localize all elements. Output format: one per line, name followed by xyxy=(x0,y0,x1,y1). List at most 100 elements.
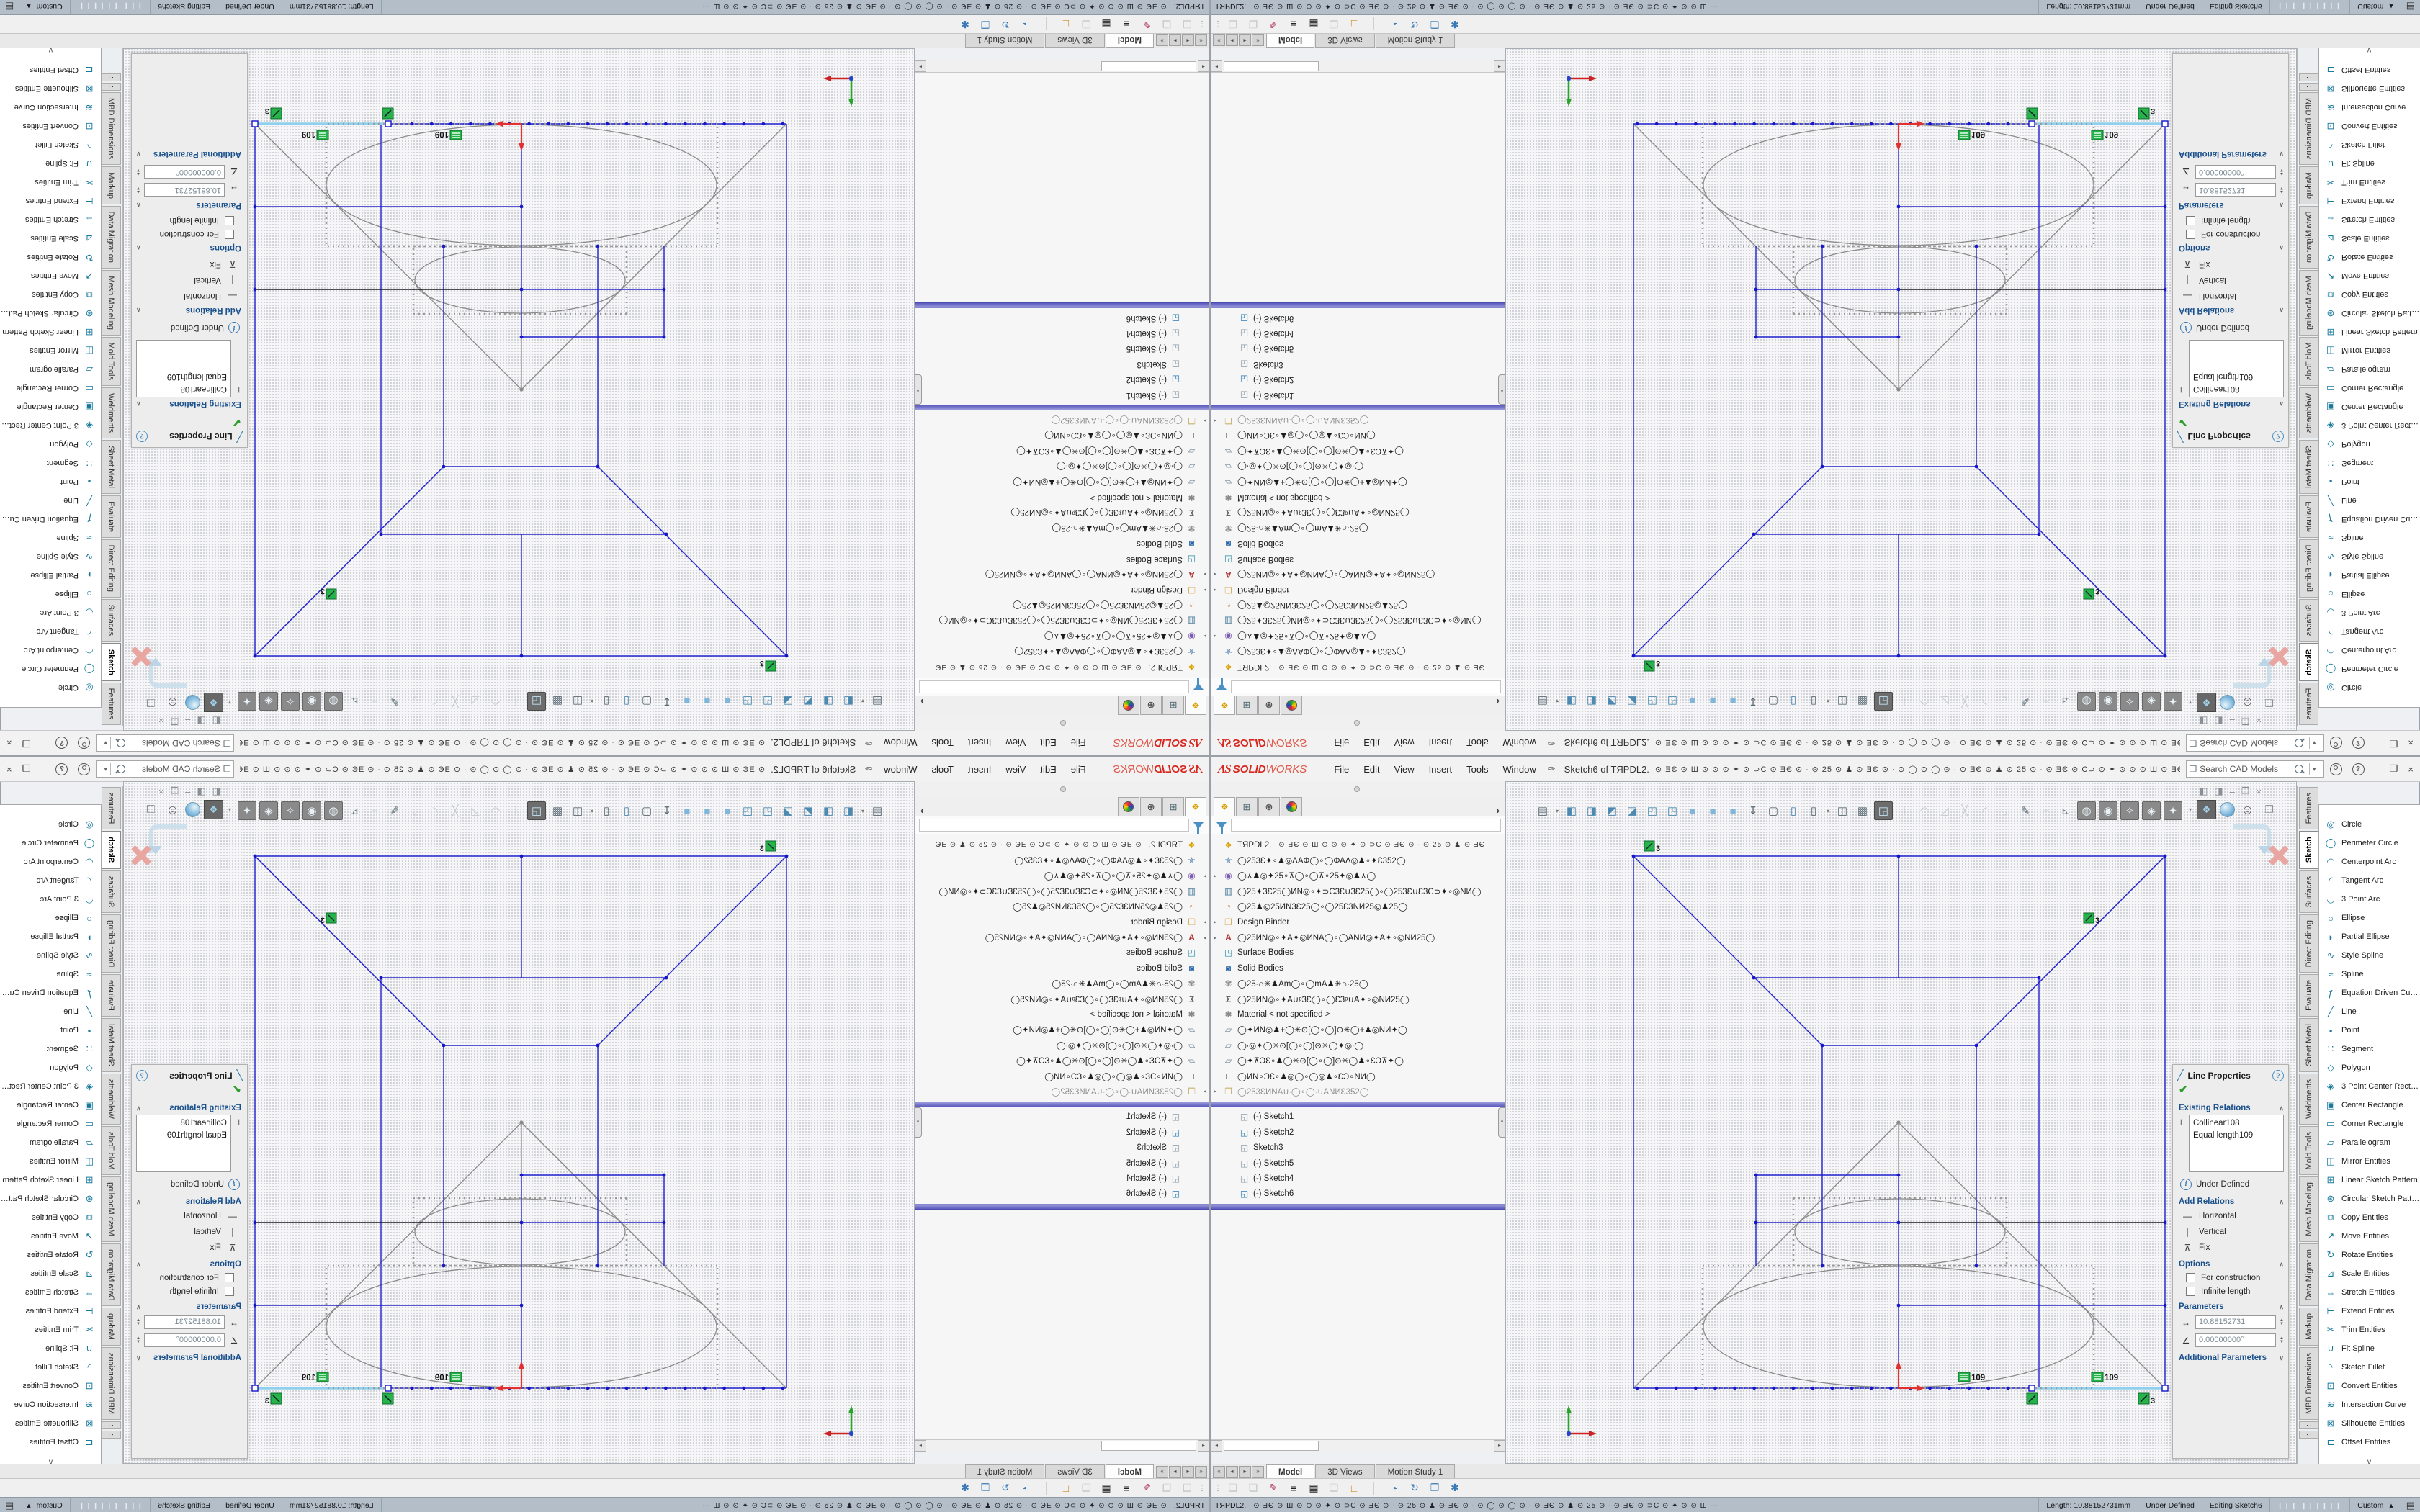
tree-item[interactable] xyxy=(1211,302,1505,308)
checkbox[interactable] xyxy=(2186,230,2195,239)
menu-item[interactable]: Tools xyxy=(1459,735,1495,752)
tree-item[interactable]: ◱ (-) Sketch1 xyxy=(915,1110,1209,1125)
view-toolbar-icon[interactable]: ◰ xyxy=(759,693,776,710)
view-toolbar-icon[interactable]: ◈ xyxy=(259,692,278,711)
sketch-tool-item[interactable]: ▭ Corner Rectangle xyxy=(2319,1115,2420,1133)
sketch-tool-item[interactable]: ◎ Circle xyxy=(2319,678,2420,697)
sketch-tool-item[interactable]: ↗ Move Entities xyxy=(0,1227,101,1246)
commandmanager-collapse-strip[interactable] xyxy=(914,781,1209,796)
tree-item[interactable]: ▸ A ◯25ИN◎∘✦Α✦◎ИNΑ◯∘◯ΑNИ◎✦Α✦∘◎NИ25◯ xyxy=(915,567,1209,582)
expand-arrow-icon[interactable]: ▸ xyxy=(1214,935,1222,941)
sketch-tool-item[interactable]: ⊞ Linear Sketch Pattern xyxy=(2319,1171,2420,1189)
view-toolbar-icon[interactable]: ■ xyxy=(1724,802,1742,819)
view-toolbar-icon[interactable]: ◉ xyxy=(302,801,321,820)
document-tab[interactable]: Model xyxy=(1266,1464,1314,1479)
commandmanager-tab[interactable]: : xyxy=(102,1421,121,1429)
add-relation-button[interactable]: ⊼ Fix xyxy=(2173,256,2288,272)
view-toolbar-icon[interactable]: ◫ xyxy=(569,693,586,710)
spinner-icons[interactable]: ▲▼ xyxy=(136,186,140,194)
tree-item[interactable]: ◱ (-) Sketch5 xyxy=(915,1156,1209,1171)
sketch-tool-item[interactable]: ⊡ Convert Entities xyxy=(2319,117,2420,135)
help-icon[interactable]: ? xyxy=(2352,763,2365,775)
menu-item[interactable]: View xyxy=(1387,735,1422,752)
tree-item[interactable]: ❖ TЯPDL2. ⊙ ƎЄ ⊙ Ш ⊙ ⊙ ⊙ ✦ ⊙ ⊃C ⊙ ƎЄ ⊙ ∙… xyxy=(1211,837,1505,852)
collapse-caret-icon[interactable]: ∧ xyxy=(136,1303,141,1311)
add-relation-button[interactable]: ⊼ Fix xyxy=(2173,1240,2288,1256)
document-tab[interactable]: 3D Views xyxy=(1045,1464,1104,1479)
document-window-icon[interactable]: ❐ xyxy=(2241,786,2250,797)
view-toolbar-icon[interactable]: ▯ xyxy=(1805,693,1822,710)
commandmanager-tab[interactable]: Weldments xyxy=(102,387,121,438)
sketch-tool-item[interactable]: ⊢ Extend Entities xyxy=(0,192,101,210)
view-toolbar-icon[interactable]: ⊥ xyxy=(1896,802,1913,819)
help-icon[interactable]: ? xyxy=(55,763,68,775)
spinner-icons[interactable]: ▲▼ xyxy=(2280,1319,2284,1326)
tree-item[interactable]: ❖ TЯPDL2. ⊙ ƎЄ ⊙ Ш ⊙ ⊙ ⊙ ✦ ⊙ ⊃C ⊙ ƎЄ ⊙ ∙… xyxy=(915,837,1209,852)
sketch-tool-item[interactable]: ⧉ Copy Entities xyxy=(0,1208,101,1227)
tab-featuremanager-tree[interactable]: ❖ xyxy=(1214,696,1235,715)
motion-toolbar-icon[interactable]: ✎ xyxy=(1139,17,1155,32)
view-toolbar-icon[interactable]: ◨ xyxy=(1583,693,1600,710)
commandmanager-tab[interactable]: Sheet Metal xyxy=(2299,1018,2318,1072)
panel-expand-arrow[interactable]: › xyxy=(920,696,923,707)
tree-item[interactable]: ◱ (-) Sketch6 xyxy=(1211,310,1505,325)
units-dropdown[interactable]: Custom ▴ xyxy=(2349,0,2400,14)
user-account-icon[interactable] xyxy=(2330,737,2342,750)
spinner-icons[interactable]: ▲▼ xyxy=(136,1337,140,1344)
sketch-tool-item[interactable]: ◗ Partial Ellipse xyxy=(2319,927,2420,946)
scrollbar-thumb[interactable] xyxy=(1224,61,1319,71)
add-relation-button[interactable]: ❘ Vertical xyxy=(132,272,247,288)
sketch-tool-item[interactable]: ◠ Centerpoint Arc xyxy=(2319,852,2420,871)
view-toolbar-icon[interactable]: ⊥ xyxy=(1896,693,1913,710)
view-toolbar-icon[interactable]: ■ xyxy=(1684,693,1701,710)
sketch-tool-item[interactable]: ∷ Segment xyxy=(0,1040,101,1058)
search-input[interactable]: ❒ Search CAD Models ▾ xyxy=(2186,760,2324,778)
add-relation-button[interactable]: ⊼ Fix xyxy=(132,256,247,272)
motion-toolbar-icon[interactable]: ◔ xyxy=(1018,17,1034,32)
sketch-tool-item[interactable]: ◡ 3 Point Arc xyxy=(0,603,101,622)
sketch-tool-item[interactable]: ⧉ Copy Entities xyxy=(2319,1208,2420,1227)
commandmanager-tab[interactable]: Weldments xyxy=(102,1074,121,1125)
view-toolbar-icon[interactable]: ⌐ xyxy=(2037,802,2054,819)
view-toolbar-icon[interactable]: ▾ xyxy=(589,802,595,819)
ok-check-icon[interactable]: ✔ xyxy=(132,1083,247,1099)
view-toolbar-icon[interactable]: ▩ xyxy=(549,802,566,819)
view-toolbar-icon[interactable]: ╳ xyxy=(447,693,464,710)
tree-item[interactable]: ▸ ❐ Design Binder xyxy=(915,582,1209,598)
sketch-tool-item[interactable]: ◜ Tangent Arc xyxy=(2319,871,2420,890)
collapse-caret-icon[interactable]: ∨ xyxy=(2279,1354,2284,1362)
view-toolbar-icon[interactable]: ◧ xyxy=(840,802,857,819)
tree-horizontal-scrollbar[interactable]: ◂ ▸ xyxy=(915,60,1209,73)
view-toolbar-icon[interactable]: ✎ xyxy=(386,802,403,819)
sketch-tool-item[interactable]: ◈ 3 Point Center Recta... xyxy=(0,416,101,435)
tree-item[interactable]: ∟ ◯ИN∘ƆƐ∘♟◎◯∘◯◎♟∘ƐƆ∘NИ◯ xyxy=(1211,1068,1505,1084)
sketch-tool-item[interactable]: ▱ Parallelogram xyxy=(0,1133,101,1152)
sketch-tool-item[interactable]: ⊠ Silhouette Entities xyxy=(0,1414,101,1433)
motion-toolbar-icon[interactable]: ≡ xyxy=(1286,17,1301,32)
tree-item[interactable]: ▸ ◉ ◯⋏♟◎✦25∘⊼◯∘◯⊼∘25✦◎♟⋏◯ xyxy=(1211,868,1505,883)
tab-nav-button[interactable]: « xyxy=(1213,1466,1225,1478)
commandmanager-tab[interactable]: Sketch xyxy=(2299,831,2318,868)
commandmanager-tab[interactable]: Data Migration xyxy=(102,206,121,269)
view-toolbar-icon[interactable]: ◧ xyxy=(1563,802,1580,819)
motion-toolbar-icon[interactable]: ≡ xyxy=(1286,1480,1301,1496)
sketch-tool-item[interactable]: ∿ Style Spline xyxy=(2319,547,2420,566)
document-window-icon[interactable]: × xyxy=(158,786,164,797)
menu-item[interactable]: View xyxy=(998,735,1033,752)
sketch-tool-item[interactable]: ⊏ Offset Entities xyxy=(0,60,101,79)
minimize-button[interactable]: – xyxy=(40,738,45,749)
document-window-icon[interactable]: × xyxy=(158,716,164,726)
tree-item[interactable]: ▥ ◯25✦3Ɛ25◯ИN◎∘✦⊃C3Ɛ∪3Ɛ25◯∘◯253Ɛ∪Ɛ3C⊃✦∘◎… xyxy=(1211,613,1505,628)
restore-button[interactable]: ❐ xyxy=(22,763,31,775)
sketch-tool-item[interactable]: ∷ Segment xyxy=(0,454,101,472)
view-toolbar-icon[interactable]: ✧ xyxy=(281,801,300,820)
menu-item[interactable]: File xyxy=(1064,761,1093,778)
relation-entry[interactable]: Equal length109 xyxy=(140,1130,227,1142)
commandmanager-tab[interactable]: MBD Dimensions xyxy=(2299,92,2318,165)
sketch-tool-item[interactable]: ◗ Partial Ellipse xyxy=(2319,566,2420,585)
commandmanager-tab[interactable]: : xyxy=(102,1431,121,1439)
relations-list[interactable]: Collinear108Equal length109 xyxy=(2189,340,2284,397)
view-toolbar-icon[interactable]: ◩ xyxy=(1603,802,1621,819)
sketch-tool-item[interactable]: ⊠ Silhouette Entities xyxy=(2319,79,2420,98)
view-toolbar-icon[interactable]: ✎ xyxy=(2017,802,2034,819)
